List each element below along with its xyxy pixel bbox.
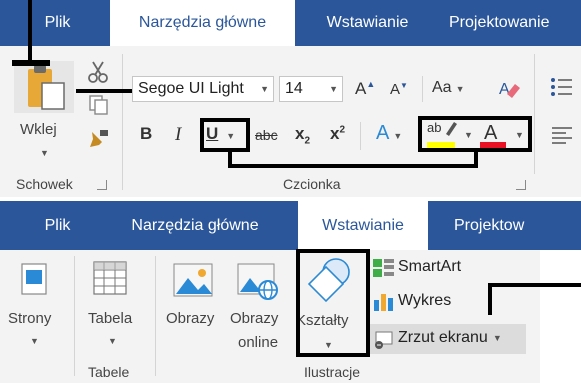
font-divider-2	[360, 122, 361, 150]
online-pictures-label-line2[interactable]: online	[238, 334, 278, 351]
callout-line	[28, 0, 32, 62]
font-launcher-icon[interactable]	[516, 180, 526, 190]
format-painter-icon[interactable]	[88, 128, 110, 155]
change-case-button[interactable]: Aa ▼	[432, 79, 465, 97]
svg-text:A: A	[499, 81, 510, 98]
bottom-tab-bar: Plik Narzędzia główne Wstawianie Projekt…	[0, 201, 581, 250]
top-ribbon-panel: Plik Narzędzia główne Wstawianie Projekt…	[0, 0, 581, 197]
chart-button[interactable]: Wykres	[398, 292, 451, 310]
paste-callout-box	[12, 60, 50, 66]
screenshot-dropdown-arrow[interactable]: ▼	[493, 333, 502, 343]
clipboard-launcher-icon[interactable]	[97, 180, 107, 190]
tab-insert[interactable]: Wstawianie	[298, 201, 428, 250]
smartart-button[interactable]: SmartArt	[398, 258, 461, 276]
bold-button[interactable]: B	[140, 124, 152, 144]
online-pictures-icon[interactable]	[236, 260, 280, 307]
paste-label[interactable]: Wklej	[20, 121, 57, 138]
font-name-dropdown-arrow[interactable]: ▼	[260, 84, 269, 94]
screenshot-button[interactable]: Zrzut ekranu ▼	[398, 329, 502, 347]
superscript-button[interactable]: x2	[330, 124, 345, 144]
callout-line	[228, 164, 478, 168]
table-label[interactable]: Tabela	[88, 310, 132, 327]
smartart-label: SmartArt	[398, 258, 462, 275]
group-separator	[155, 256, 156, 376]
subscript-button[interactable]: x2	[295, 124, 310, 146]
callout-line	[488, 283, 492, 315]
pages-icon[interactable]	[20, 262, 48, 301]
font-size-value: 14	[285, 80, 303, 97]
font-name-combo[interactable]: Segoe UI Light ▼	[132, 76, 274, 102]
paste-icon[interactable]	[14, 61, 74, 113]
callout-line	[488, 283, 581, 287]
smartart-icon[interactable]	[372, 258, 396, 283]
font-group-label: Czcionka	[283, 176, 341, 192]
group-separator	[122, 54, 123, 190]
font-size-combo[interactable]: 14 ▼	[279, 76, 343, 102]
grow-font-button[interactable]: A▲	[355, 79, 375, 99]
bullets-icon[interactable]	[550, 76, 574, 103]
top-tab-bar: Plik Narzędzia główne Wstawianie Projekt…	[0, 0, 581, 46]
tab-insert[interactable]: Wstawianie	[305, 0, 430, 46]
pages-label[interactable]: Strony	[8, 310, 51, 327]
pictures-label[interactable]: Obrazy	[166, 310, 214, 327]
pictures-icon[interactable]	[172, 260, 214, 307]
tab-design[interactable]: Projektowanie	[445, 0, 581, 46]
tab-file[interactable]: Plik	[20, 201, 95, 250]
underline-callout-box	[200, 118, 250, 152]
cut-icon[interactable]	[86, 60, 110, 89]
group-separator	[74, 256, 75, 376]
screenshot-icon[interactable]	[372, 330, 394, 355]
tab-home[interactable]: Narzędzia główne	[110, 0, 295, 46]
ribbon-divider	[534, 54, 535, 174]
shrink-font-button[interactable]: A▼	[390, 81, 408, 98]
pages-dropdown-arrow[interactable]: ▼	[30, 336, 39, 346]
shapes-callout-box	[296, 249, 370, 357]
table-icon[interactable]	[92, 260, 128, 301]
chart-icon[interactable]	[372, 290, 394, 317]
font-size-dropdown-arrow[interactable]: ▼	[329, 84, 338, 94]
italic-button[interactable]: I	[175, 124, 181, 146]
insert-ribbon: Strony ▼ Tabela ▼ Tabele Obrazy Obrazy o…	[0, 250, 540, 383]
tables-group-label: Tabele	[88, 364, 130, 380]
illustrations-group-label: Ilustracje	[304, 364, 361, 380]
table-dropdown-arrow[interactable]: ▼	[108, 336, 117, 346]
copy-icon[interactable]	[88, 94, 110, 121]
callout-line	[474, 150, 478, 168]
bottom-ribbon-panel: Plik Narzędzia główne Wstawianie Projekt…	[0, 201, 581, 383]
screenshot-label: Zrzut ekranu	[398, 329, 488, 346]
chart-label: Wykres	[398, 292, 452, 309]
clear-formatting-icon[interactable]: A	[497, 78, 521, 105]
strikethrough-button[interactable]: abc	[255, 127, 278, 143]
align-left-icon[interactable]	[550, 125, 574, 150]
text-effects-button[interactable]: A ▼	[376, 122, 402, 145]
paste-dropdown-arrow[interactable]: ▼	[40, 148, 49, 158]
tab-home[interactable]: Narzędzia główne	[115, 201, 275, 250]
callout-line	[76, 89, 132, 93]
online-pictures-label-line1[interactable]: Obrazy	[230, 310, 278, 327]
tab-design[interactable]: Projektow	[450, 201, 540, 250]
color-callout-box	[418, 116, 532, 152]
font-name-value: Segoe UI Light	[138, 80, 244, 97]
font-divider	[422, 76, 423, 102]
clipboard-group-label: Schowek	[16, 176, 73, 192]
